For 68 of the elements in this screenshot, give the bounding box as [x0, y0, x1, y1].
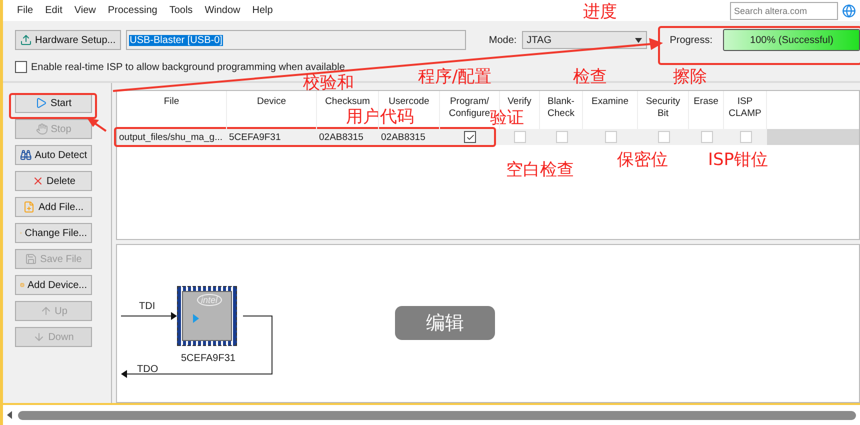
dropdown-arrow-icon [634, 38, 642, 42]
column-header[interactable]: Security Bit [646, 96, 680, 120]
column-header[interactable]: File [164, 96, 180, 108]
down-arrow-icon [33, 331, 46, 343]
column-header[interactable]: Device [256, 96, 286, 108]
annotation-label: 校验和 [303, 75, 354, 92]
table-cell-text: 5CEFA9F31 [228, 130, 282, 144]
annotation-label: 空白检查 [506, 162, 574, 179]
tdi-label: TDI [139, 301, 156, 312]
scroll-left-icon[interactable] [7, 411, 12, 419]
column-header[interactable]: Verify [508, 96, 532, 108]
hardware-field[interactable]: USB-Blaster [USB-0] [126, 30, 466, 50]
menu-item[interactable]: View [68, 5, 102, 16]
menu-item[interactable]: File [11, 5, 40, 16]
checkbox[interactable] [15, 61, 27, 73]
menu-item[interactable]: Processing [102, 5, 164, 16]
edit-button[interactable]: 编辑 [395, 306, 495, 340]
play-icon [35, 97, 48, 109]
globe-icon[interactable] [842, 4, 856, 18]
column-header[interactable]: Examine [592, 96, 628, 108]
table-cell-text: 02AB8315 [380, 130, 426, 144]
device-label: 5CEFA9F31 [181, 353, 236, 364]
tdo-label: TDO [137, 364, 158, 375]
scrollbar-thumb[interactable] [18, 410, 856, 420]
hardware-setup-button[interactable]: Hardware Setup... [15, 30, 121, 50]
table-cell-text: output_files/shu_ma_g... [118, 130, 224, 144]
action-button[interactable]: Add File... [15, 197, 92, 217]
chip-logo: intel [197, 294, 222, 306]
search-field[interactable]: Search altera.com [730, 2, 838, 20]
progress-bar: 100% (Successful) [723, 29, 860, 51]
menu-item[interactable]: Help [246, 5, 279, 16]
action-button[interactable]: Change File... [15, 223, 92, 243]
save-icon [25, 253, 38, 265]
up-arrow-icon [40, 305, 52, 317]
action-button[interactable]: Start [15, 93, 92, 113]
table-cell-text: 02AB8315 [318, 130, 364, 144]
menu-item[interactable]: Edit [39, 5, 68, 16]
menu-item[interactable]: Tools [163, 5, 199, 16]
annotation-label: 程序/配置 [418, 69, 492, 86]
annotation-arrow [87, 118, 107, 132]
play-icon [193, 314, 199, 323]
column-header[interactable]: Blank- Check [548, 96, 574, 120]
annotation-label: 擦除 [673, 69, 707, 86]
annotation-label: 检查 [573, 69, 607, 86]
action-button[interactable]: Delete [15, 171, 92, 191]
upload-icon [20, 34, 32, 46]
column-header[interactable]: Checksum [325, 96, 370, 108]
close-icon [32, 175, 44, 187]
file-plus-icon [23, 201, 36, 213]
mode-label: Mode: [488, 34, 517, 46]
annotation-label: ISP钳位 [708, 152, 768, 169]
hand-icon [36, 123, 48, 135]
column-header[interactable]: Usercode [388, 96, 430, 108]
checkmark-icon [466, 132, 474, 142]
column-header[interactable]: ISP CLAMP [728, 96, 762, 120]
progress-label: Progress: [670, 34, 712, 46]
menu-item[interactable]: Window [198, 5, 246, 16]
checkbox-label: Enable real-time ISP to allow background programming when available [31, 62, 345, 72]
column-header[interactable]: Program/ Configure [448, 96, 490, 120]
annotation-label: 保密位 [617, 152, 668, 169]
annotation-label: 进度 [583, 4, 617, 21]
binoculars-icon [20, 149, 32, 161]
action-button[interactable]: Add Device... [15, 275, 92, 295]
checkbox[interactable] [464, 131, 476, 143]
action-button[interactable]: Auto Detect [15, 145, 92, 165]
table-row[interactable] [117, 129, 859, 145]
column-header[interactable]: Erase [694, 96, 718, 108]
mode-dropdown[interactable]: JTAG [522, 31, 647, 49]
